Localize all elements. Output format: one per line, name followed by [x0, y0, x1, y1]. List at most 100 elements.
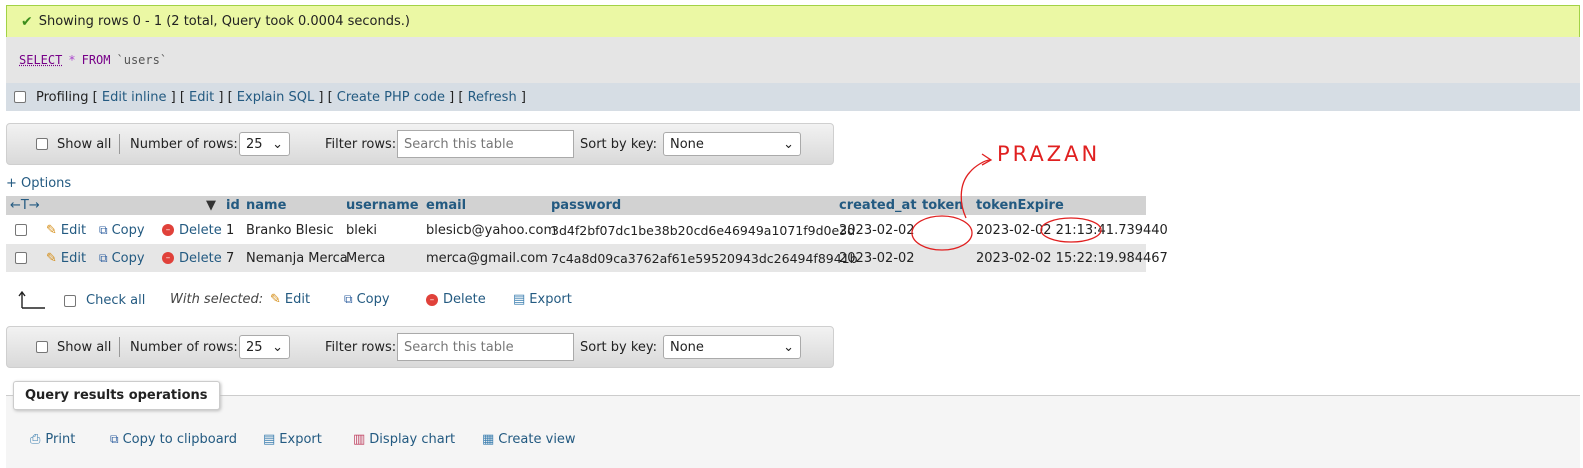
- operations-legend: Query results operations: [13, 381, 220, 410]
- refresh-link[interactable]: Refresh: [468, 90, 517, 105]
- copy-icon: ⧉: [99, 222, 108, 237]
- explain-sql-link[interactable]: Explain SQL: [237, 90, 314, 105]
- success-message: Showing rows 0 - 1 (2 total, Query took …: [38, 14, 410, 29]
- table-row: ✎ Edit ⧉ Copy – Delete 7 Nemanja Merca Merc…: [6, 244, 1168, 272]
- bulk-delete-button[interactable]: – Delete: [426, 292, 486, 307]
- annotation-text: PRAZAN: [997, 142, 1100, 166]
- copy-icon: ⧉: [344, 292, 353, 306]
- column-resize-arrows[interactable]: ←T→: [10, 196, 40, 215]
- cell-id[interactable]: 1: [226, 216, 234, 244]
- show-all-checkbox[interactable]: [36, 138, 48, 150]
- column-header-username[interactable]: username: [346, 196, 419, 215]
- delete-icon: –: [426, 293, 438, 306]
- show-all-label: Show all: [57, 339, 112, 355]
- column-header-token-expire[interactable]: tokenExpire: [976, 196, 1064, 215]
- cell-email[interactable]: blesicb@yahoo.com: [426, 216, 556, 244]
- profiling-label: Profiling: [36, 89, 89, 105]
- cell-token-expire[interactable]: 2023-02-02 21:13:41.739440: [976, 216, 1168, 244]
- filter-input[interactable]: Search this table: [397, 130, 574, 158]
- toolbar-divider: [119, 134, 120, 154]
- export-icon: ▤: [513, 292, 526, 307]
- sort-label: Sort by key:: [580, 136, 658, 152]
- create-view-button[interactable]: ▦ Create view: [482, 432, 576, 447]
- cell-username[interactable]: Merca: [346, 244, 385, 272]
- edit-link[interactable]: Edit: [189, 90, 214, 105]
- column-header-created-at[interactable]: created_at: [839, 196, 917, 215]
- cell-username[interactable]: bleki: [346, 216, 377, 244]
- view-icon: ▦: [482, 432, 495, 447]
- bulk-copy-button[interactable]: ⧉ Copy: [344, 292, 390, 307]
- cell-name[interactable]: Branko Blesic: [246, 216, 334, 244]
- bulk-arrow-icon: [18, 288, 46, 310]
- export-icon: ▤: [263, 432, 276, 447]
- cell-created-at[interactable]: 2023-02-02: [839, 216, 915, 244]
- rows-select[interactable]: 25 ⌄: [239, 335, 290, 359]
- sort-select[interactable]: None ⌄: [663, 132, 801, 156]
- row-delete-button[interactable]: – Delete: [162, 216, 222, 244]
- operations-export-button[interactable]: ▤ Export: [263, 432, 322, 447]
- cell-id[interactable]: 7: [226, 244, 234, 272]
- printer-icon: ⎙: [30, 432, 41, 447]
- show-all-checkbox[interactable]: [36, 341, 48, 353]
- nav-toolbar-bottom: Show all Number of rows: 25 ⌄ Filter row…: [6, 326, 834, 368]
- table-row: ✎ Edit ⧉ Copy – Delete 1 Branko Blesic blek…: [6, 216, 1168, 244]
- cell-password[interactable]: 7c4a8d09ca3762af61e59520943dc26494f8941b: [551, 244, 858, 272]
- checkmark-icon: ✔: [21, 13, 33, 30]
- column-header-name[interactable]: name: [246, 196, 286, 215]
- sort-label: Sort by key:: [580, 339, 658, 355]
- check-all-checkbox[interactable]: [64, 294, 76, 307]
- column-menu-dropdown[interactable]: ▼: [206, 196, 216, 215]
- check-all-link[interactable]: Check all: [86, 293, 145, 308]
- create-php-code-link[interactable]: Create PHP code: [337, 90, 445, 105]
- sql-query-box[interactable]: SELECT * FROM `users`: [6, 37, 1580, 83]
- rows-label: Number of rows:: [130, 136, 238, 152]
- filter-label: Filter rows:: [325, 339, 397, 355]
- cell-name[interactable]: Nemanja Merca: [246, 244, 348, 272]
- sql-keyword-from: FROM: [81, 53, 111, 67]
- column-header-id[interactable]: id: [226, 196, 240, 215]
- cell-email[interactable]: merca@gmail.com: [426, 244, 548, 272]
- copy-icon: ⧉: [110, 432, 119, 446]
- edit-inline-link[interactable]: Edit inline: [102, 90, 167, 105]
- rows-label: Number of rows:: [130, 339, 238, 355]
- display-chart-button[interactable]: ▥ Display chart: [353, 432, 455, 447]
- copy-to-clipboard-button[interactable]: ⧉ Copy to clipboard: [110, 432, 237, 447]
- filter-input[interactable]: Search this table: [397, 333, 574, 361]
- rows-select[interactable]: 25 ⌄: [239, 132, 290, 156]
- bulk-export-button[interactable]: ▤ Export: [513, 292, 572, 307]
- sql-keyword-select[interactable]: SELECT: [19, 53, 62, 67]
- print-button[interactable]: ⎙ Print: [30, 432, 75, 447]
- profiling-bar: Profiling [ Edit inline ] [ Edit ] [ Exp…: [6, 83, 1580, 111]
- toolbar-divider: [119, 337, 120, 357]
- cell-created-at[interactable]: 2023-02-02: [839, 244, 915, 272]
- chevron-down-icon: ⌄: [783, 339, 794, 355]
- pencil-icon: ✎: [46, 250, 57, 266]
- column-header-email[interactable]: email: [426, 196, 466, 215]
- copy-icon: ⧉: [99, 250, 108, 265]
- row-checkbox[interactable]: [15, 224, 27, 236]
- cell-token-expire[interactable]: 2023-02-02 15:22:19.984467: [976, 244, 1168, 272]
- row-copy-button[interactable]: ⧉ Copy: [99, 216, 145, 244]
- bulk-edit-button[interactable]: ✎ Edit: [270, 292, 310, 307]
- options-link[interactable]: + Options: [6, 176, 71, 191]
- row-delete-button[interactable]: – Delete: [162, 244, 222, 272]
- delete-icon: –: [162, 252, 174, 264]
- row-edit-button[interactable]: ✎ Edit: [46, 216, 86, 244]
- sort-select[interactable]: None ⌄: [663, 335, 801, 359]
- filter-label: Filter rows:: [325, 136, 397, 152]
- chevron-down-icon: ⌄: [272, 136, 283, 152]
- success-message-bar: ✔ Showing rows 0 - 1 (2 total, Query too…: [6, 5, 1580, 38]
- query-results-operations-panel: [6, 395, 1580, 468]
- pencil-icon: ✎: [270, 292, 281, 307]
- nav-toolbar-top: Show all Number of rows: 25 ⌄ Filter row…: [6, 123, 834, 165]
- column-header-password[interactable]: password: [551, 196, 621, 215]
- cell-password[interactable]: 3d4f2bf07dc1be38b20cd6e46949a1071f9d0e3d: [551, 216, 855, 244]
- row-edit-button[interactable]: ✎ Edit: [46, 244, 86, 272]
- profiling-checkbox[interactable]: [14, 91, 26, 103]
- column-header-token[interactable]: token: [922, 196, 964, 215]
- row-copy-button[interactable]: ⧉ Copy: [99, 244, 145, 272]
- row-checkbox[interactable]: [15, 252, 27, 264]
- chevron-down-icon: ⌄: [783, 136, 794, 152]
- sql-star: *: [68, 53, 76, 67]
- pencil-icon: ✎: [46, 222, 57, 238]
